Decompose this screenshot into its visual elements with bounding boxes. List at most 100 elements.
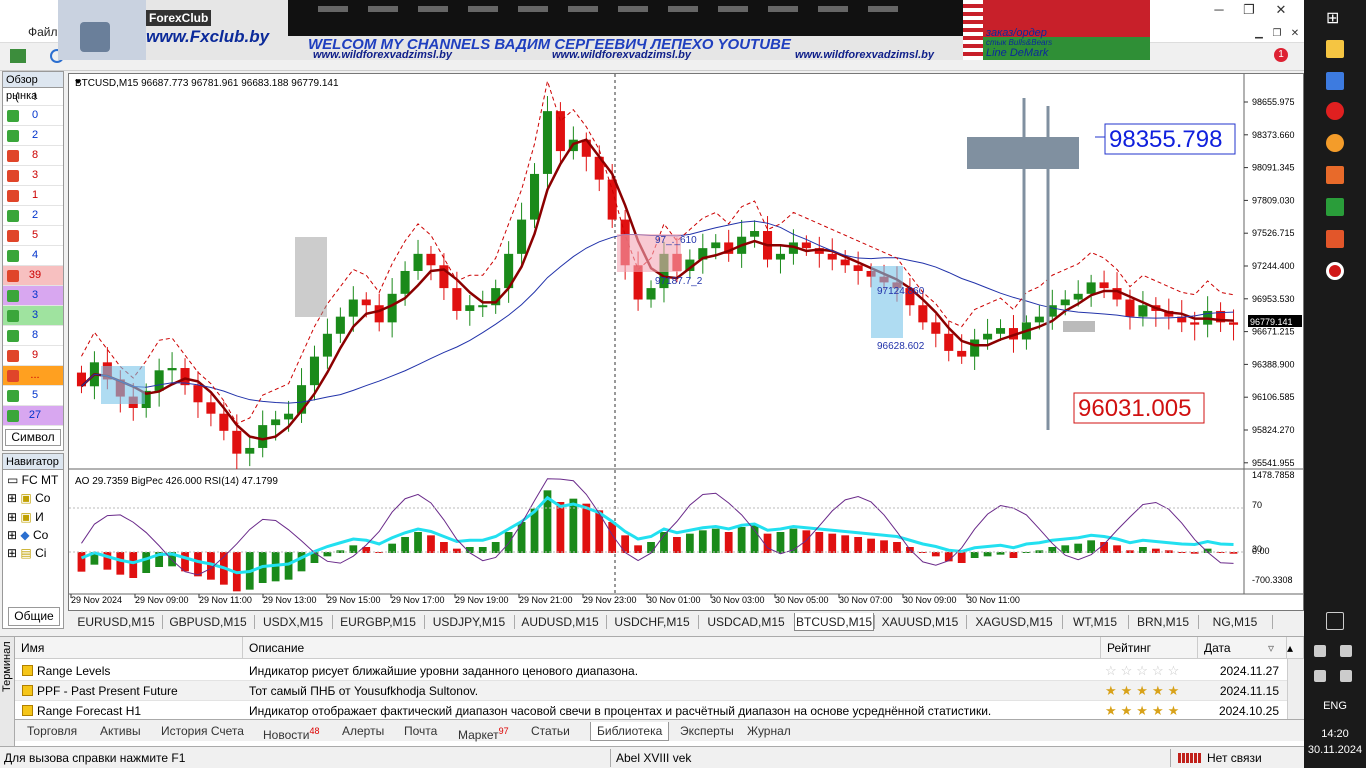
- market-watch-row[interactable]: 8: [3, 326, 63, 346]
- current-price-label: 96779.141: [1250, 317, 1293, 327]
- indicator-icon: [22, 705, 33, 716]
- menu-file[interactable]: Файл: [28, 25, 58, 39]
- terminal-tab[interactable]: Эксперты: [680, 722, 734, 741]
- market-watch-row[interactable]: 1: [3, 186, 63, 206]
- terminal-tab[interactable]: Торговля: [27, 722, 77, 741]
- chart-tab[interactable]: AUDUSD,M15: [514, 613, 606, 631]
- new-chart-icon[interactable]: [10, 49, 26, 63]
- clock-time[interactable]: 14:20: [1304, 728, 1366, 740]
- symbols-tab[interactable]: Символ: [5, 429, 61, 446]
- chart-tab[interactable]: GBPUSD,M15: [162, 613, 254, 631]
- col-description[interactable]: Описание: [243, 637, 1101, 659]
- anydesk-icon[interactable]: [1326, 230, 1344, 248]
- chart-canvas[interactable]: BTCUSD,M15 96687.773 96781.961 96683.188…: [69, 74, 1303, 610]
- nav-indicators[interactable]: ⊞ ▣ И: [7, 510, 44, 524]
- library-row[interactable]: Range Levels Индикатор рисует ближайшие у…: [15, 661, 1287, 681]
- terminal-tab[interactable]: Библиотека: [590, 722, 670, 741]
- chart-tab[interactable]: BTCUSD,M15: [794, 613, 874, 631]
- market-watch-value: 39: [28, 269, 42, 281]
- minimize-icon[interactable]: ─: [1204, 0, 1234, 20]
- chart-tab[interactable]: USDX,M15: [254, 613, 332, 631]
- col-date[interactable]: Дата ▿: [1198, 637, 1287, 659]
- nav-scripts[interactable]: ⊞ ▤ Ci: [7, 546, 46, 560]
- tray-icon-1[interactable]: [1314, 645, 1326, 657]
- terminal-tab[interactable]: Алерты: [342, 722, 384, 741]
- market-watch-row[interactable]: 3: [3, 166, 63, 186]
- terminal-tabs: Торговля Активы История Счета Новости48 Алер…: [15, 719, 1304, 742]
- keyboard-icon[interactable]: [1326, 612, 1344, 630]
- chart-tab[interactable]: BRN,M15: [1128, 613, 1198, 631]
- chart-tabs: EURUSD,M15 GBPUSD,M15 USDX,M15 EURGBP,M15 US…: [68, 611, 1304, 632]
- close-icon[interactable]: ✕: [1266, 0, 1296, 20]
- terminal-tab[interactable]: Маркет97: [458, 722, 509, 742]
- notification-badge[interactable]: 1: [1274, 48, 1288, 62]
- app-icon[interactable]: [1326, 72, 1344, 90]
- chart-tab[interactable]: USDJPY,M15: [424, 613, 514, 631]
- market-watch-row[interactable]: 27: [3, 406, 63, 426]
- paint-icon[interactable]: [1326, 134, 1344, 152]
- ao-bar: [854, 537, 863, 553]
- chart-tab[interactable]: EURUSD,M15: [70, 613, 162, 631]
- chart-tab[interactable]: XAUUSD,M15: [874, 613, 966, 631]
- clock-date[interactable]: 30.11.2024: [1304, 744, 1366, 756]
- price-chart[interactable]: BTCUSD,M15 96687.773 96781.961 96683.188…: [68, 73, 1304, 611]
- market-watch-row[interactable]: 8: [3, 146, 63, 166]
- market-watch-row[interactable]: 9: [3, 346, 63, 366]
- candle-body: [983, 333, 993, 340]
- library-row[interactable]: PPF - Past Present Future Тот самый ПНБ о…: [15, 681, 1287, 701]
- candle-body: [918, 305, 928, 323]
- market-watch-row[interactable]: 5: [3, 226, 63, 246]
- terminal-scrollbar[interactable]: [1287, 659, 1304, 719]
- indicator-icon: [22, 665, 33, 676]
- market-watch-row[interactable]: 3: [3, 286, 63, 306]
- navigator-title: Навигатор: [3, 454, 63, 470]
- navigator-general-tab[interactable]: Общие: [8, 607, 60, 626]
- language-indicator[interactable]: ENG: [1304, 700, 1366, 712]
- candle-body: [245, 447, 255, 454]
- opera-icon[interactable]: [1326, 102, 1344, 120]
- terminal-tab[interactable]: Почта: [404, 722, 437, 741]
- scrollbar-up[interactable]: ▴: [1287, 637, 1304, 659]
- library-row[interactable]: Range Forecast H1 Индикатор отображает фа…: [15, 701, 1287, 721]
- file-explorer-icon[interactable]: [1326, 40, 1344, 58]
- arrow-down-icon: [7, 170, 19, 182]
- terminal-tab[interactable]: Статьи: [531, 722, 570, 741]
- nav-root[interactable]: ▭ FC MT: [7, 473, 58, 487]
- calculator-icon[interactable]: [1326, 198, 1344, 216]
- status-help: Для вызова справки нажмите F1: [4, 751, 186, 765]
- market-watch-row[interactable]: 3: [3, 306, 63, 326]
- restore-icon[interactable]: ❐: [1234, 0, 1264, 20]
- terminal-tab[interactable]: Новости48: [263, 722, 319, 742]
- volume-icon[interactable]: [1340, 670, 1352, 682]
- chart-tab[interactable]: XAGUSD,M15: [966, 613, 1062, 631]
- terminal-tab[interactable]: История Счета: [161, 722, 244, 741]
- market-watch-row[interactable]: ...: [3, 366, 63, 386]
- tray-icon-2[interactable]: [1340, 645, 1352, 657]
- chart-tab[interactable]: WT,M15: [1062, 613, 1128, 631]
- windows-start-icon[interactable]: ⊞: [1326, 8, 1344, 27]
- market-watch-row[interactable]: 0: [3, 106, 63, 126]
- record-icon[interactable]: [1326, 262, 1344, 280]
- nav-experts[interactable]: ⊞ ◆ Co: [7, 528, 48, 542]
- chart-tab[interactable]: USDCHF,M15: [606, 613, 698, 631]
- market-watch-row[interactable]: 5: [3, 386, 63, 406]
- terminal-tab[interactable]: Активы: [100, 722, 141, 741]
- chart-tab[interactable]: NG,M15: [1198, 613, 1272, 631]
- market-watch-row[interactable]: 2: [3, 126, 63, 146]
- market-watch-row[interactable]: 4: [3, 246, 63, 266]
- nav-accounts[interactable]: ⊞ ▣ Co: [7, 491, 50, 505]
- market-watch-row[interactable]: 2: [3, 206, 63, 226]
- ad-banner[interactable]: ForexClub www.Fxclub.by WELCOM MY CHANNE…: [58, 0, 1150, 60]
- market-watch-row[interactable]: 39: [3, 266, 63, 286]
- network-icon[interactable]: [1314, 670, 1326, 682]
- market-watch-value: 5: [31, 229, 39, 241]
- audio-icon[interactable]: [1326, 166, 1344, 184]
- price-tick-label: 98091.345: [1252, 163, 1295, 173]
- terminal-tab[interactable]: Журнал: [747, 722, 791, 741]
- col-rating[interactable]: Рейтинг: [1101, 637, 1198, 659]
- col-name[interactable]: Имя: [15, 637, 243, 659]
- chart-tab[interactable]: USDCAD,M15: [698, 613, 794, 631]
- candle-body: [995, 328, 1006, 334]
- chart-tab[interactable]: EURGBP,M15: [332, 613, 424, 631]
- ao-bar: [491, 542, 500, 553]
